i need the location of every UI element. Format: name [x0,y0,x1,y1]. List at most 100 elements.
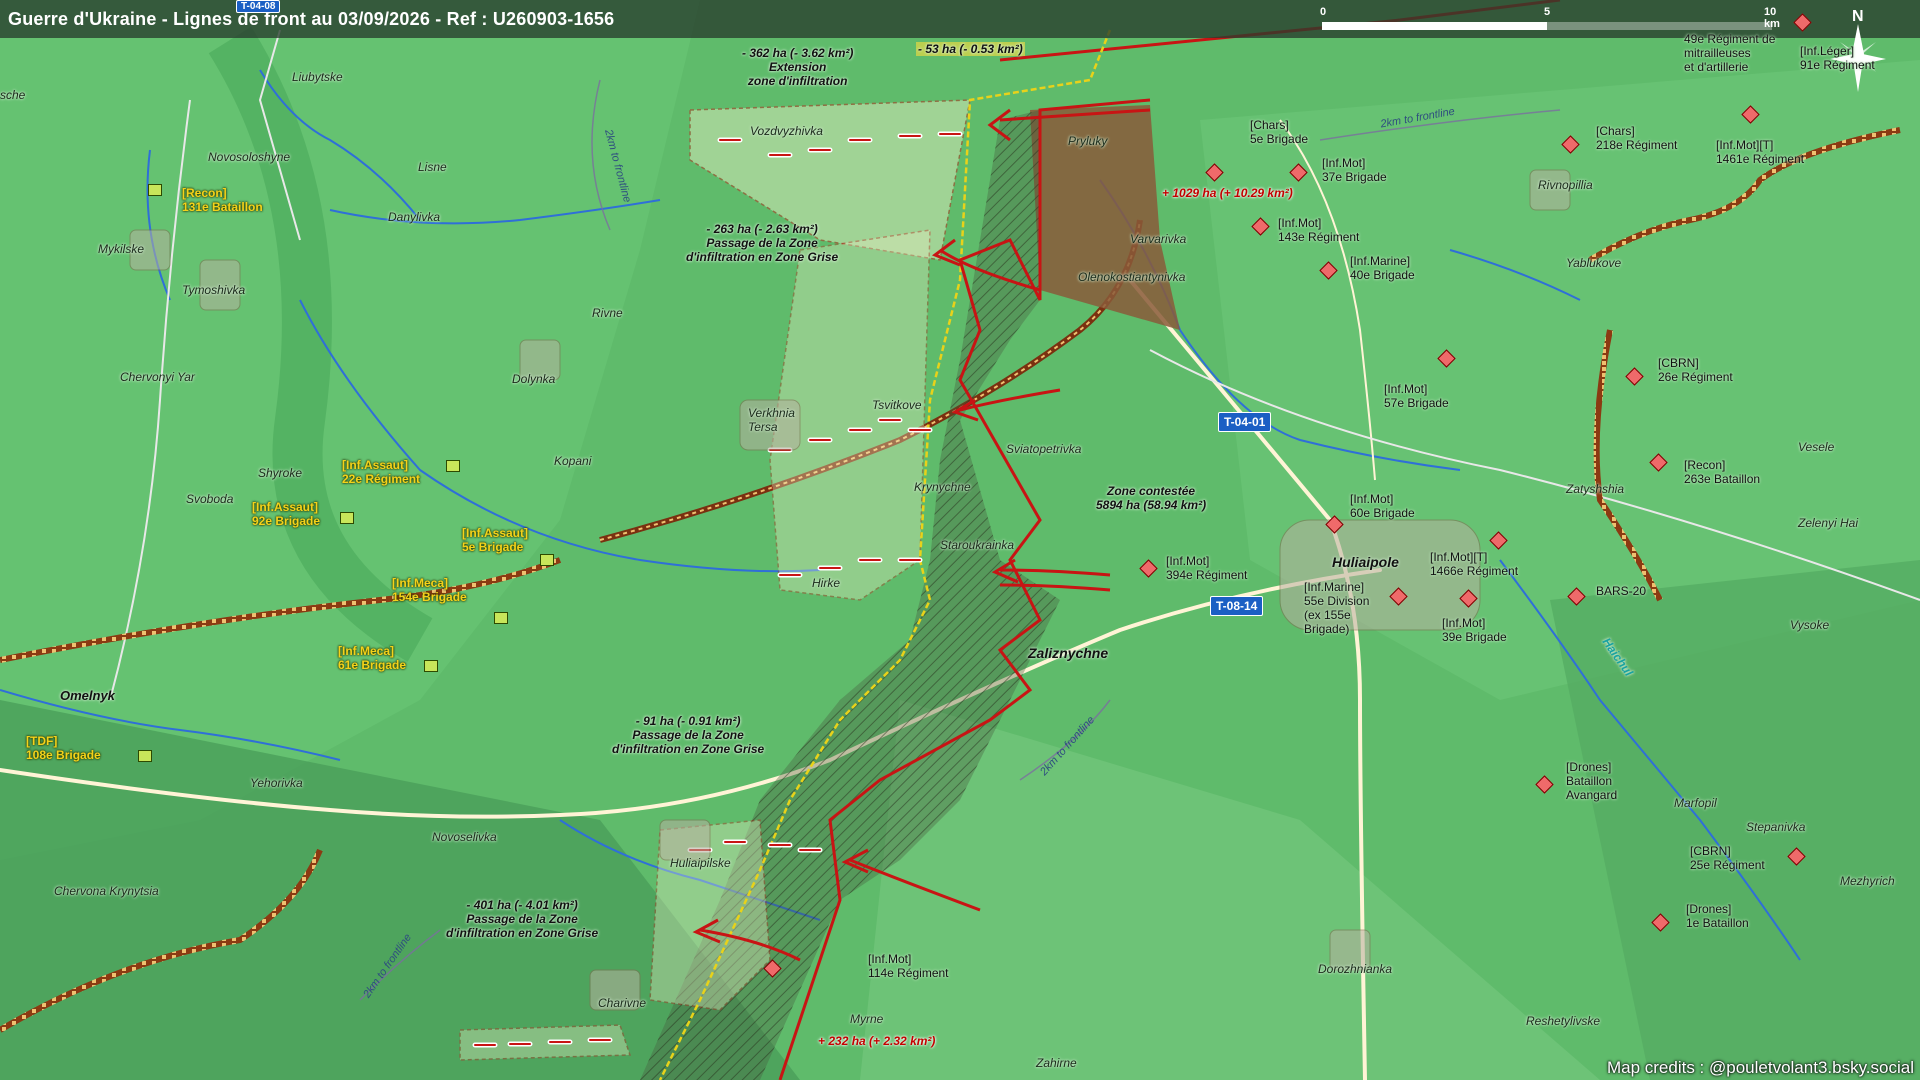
ru-unit-cbrn-26: [CBRN] 26e Régiment [1658,356,1733,384]
map-title: Guerre d'Ukraine - Lignes de front au 03… [8,9,615,29]
scale-label-0: 0 [1320,6,1327,18]
place-shyroke: Shyroke [258,466,303,480]
annotation-plus-232: + 232 ha (+ 2.32 km²) [818,1034,936,1048]
ru-unit-leger-91: [Inf.Léger] 91e Régiment [1800,44,1875,72]
place-vesele: Vesele [1798,440,1835,454]
ua-unit-tdf-108: [TDF] 108e Brigade [26,734,101,762]
place-staroukrainka: Staroukrainka [940,538,1015,552]
place-verkhnia-tersa: Verkhnia Tersa [748,406,795,434]
ua-unit-icon [340,512,354,524]
place-danylivka: Danylivka [388,210,441,224]
place-marfopil: Marfopil [1674,796,1717,810]
ua-unit-icon [446,460,460,472]
place-zahirne: Zahirne [1036,1056,1077,1070]
ua-unit-icon [494,612,508,624]
ua-unit-meca-154: [Inf.Meca] 154e Brigade [392,576,467,604]
scale-segment-2 [1547,22,1772,30]
place-dolynka: Dolynka [512,372,556,386]
ru-unit-marine-55: [Inf.Marine] 55e Division (ex 155e Briga… [1304,580,1370,636]
place-charivne: Charivne [598,996,647,1010]
ru-unit-chars-5: [Chars] 5e Brigade [1250,118,1309,146]
place-zaliznychne: Zaliznychne [1028,645,1109,661]
place-rivnopillia: Rivnopillia [1538,178,1593,192]
annotation-minus-53: - 53 ha (- 0.53 km²) [916,42,1025,56]
ua-unit-icon [138,750,152,762]
place-sche: sche [0,88,26,102]
ru-unit-cbrn-25: [CBRN] 25e Régiment [1690,844,1765,872]
ua-unit-icon [424,660,438,672]
place-lisne: Lisne [418,160,447,174]
ru-unit-mot-1461: [Inf.Mot][T] 1461e Régiment [1716,138,1805,166]
place-vysoke: Vysoke [1790,618,1830,632]
place-reshetylivske: Reshetylivske [1526,1014,1601,1028]
ru-unit-marine-40: [Inf.Marine] 40e Brigade [1350,254,1415,282]
ua-unit-assault-5: [Inf.Assaut] 5e Brigade [462,526,528,554]
ua-unit-assault-22: [Inf.Assaut] 22e Régiment [342,458,421,486]
annotation-minus-263: - 263 ha (- 2.63 km²) Passage de la Zone… [686,222,839,264]
ua-unit-icon [148,184,162,196]
ua-unit-icon [540,554,554,566]
scale-segment-1 [1322,22,1547,30]
ru-unit-drones-avangard: [Drones] Bataillon Avangard [1566,760,1618,802]
ru-unit-drones-1: [Drones] 1e Bataillon [1686,902,1749,930]
ua-unit-meca-61: [Inf.Meca] 61e Brigade [338,644,407,672]
place-mykilske: Mykilske [98,242,145,256]
place-mezhyrich: Mezhyrich [1840,874,1895,888]
place-hirke: Hirke [812,576,841,590]
ru-unit-mitrailleuses-49: 49e Régiment de mitrailleuses et d'artil… [1684,32,1776,74]
road-badge-t0401: T-04-01 [1218,412,1272,432]
ru-unit-mot-1466: [Inf.Mot][T] 1466e Régiment [1430,550,1519,578]
place-chervonyi-yar: Chervonyi Yar [120,370,195,384]
ru-unit-recon-263: [Recon] 263e Bataillon [1684,458,1761,486]
place-pryluky: Pryluky [1068,134,1108,148]
place-sviatopetrivka: Sviatopetrivka [1006,442,1082,456]
place-svoboda: Svoboda [186,492,234,506]
ru-unit-chars-218: [Chars] 218e Régiment [1596,124,1678,152]
place-myrne: Myrne [850,1012,884,1026]
place-rivne: Rivne [592,306,623,320]
ru-unit-mot-394: [Inf.Mot] 394e Régiment [1166,554,1248,582]
ru-unit-mot-37: [Inf.Mot] 37e Brigade [1322,156,1387,184]
place-varvarivka: Varvarivka [1130,232,1187,246]
ru-unit-mot-39: [Inf.Mot] 39e Brigade [1442,616,1507,644]
ru-unit-mot-114: [Inf.Mot] 114e Régiment [868,952,949,980]
annotation-minus-91: - 91 ha (- 0.91 km²) Passage de la Zone … [612,714,765,756]
ua-unit-recon-131: [Recon] 131e Bataillon [182,186,263,214]
road-badge-t0408: T-04-08 [236,0,281,13]
ru-unit-mot-57: [Inf.Mot] 57e Brigade [1384,382,1449,410]
place-huliaipilske: Huliaipilske [670,856,731,870]
ru-unit-mot-60: [Inf.Mot] 60e Brigade [1350,492,1415,520]
annotation-infiltration-extension: - 362 ha (- 3.62 km²) Extension zone d'i… [742,46,854,88]
place-liubytske: Liubytske [292,70,343,84]
road-badge-t0814: T-08-14 [1210,596,1264,616]
title-bar: Guerre d'Ukraine - Lignes de front au 03… [0,0,1920,38]
place-dorozhnianka: Dorozhnianka [1318,962,1393,976]
place-omelnyk: Omelnyk [60,688,115,703]
annotation-minus-401: - 401 ha (- 4.01 km²) Passage de la Zone… [446,898,599,940]
annotation-contested-zone: Zone contestée 5894 ha (58.94 km²) [1096,484,1207,512]
place-yehorivka: Yehorivka [250,776,303,790]
frontline-map[interactable]: Guerre d'Ukraine - Lignes de front au 03… [0,0,1920,1080]
place-stepanivka: Stepanivka [1746,820,1806,834]
scale-bar: 0 5 10 km [1318,6,1780,34]
ru-unit-mot-143: [Inf.Mot] 143e Régiment [1278,216,1360,244]
place-novoselivka: Novoselivka [432,830,497,844]
place-tsvitkove: Tsvitkove [872,398,922,412]
place-krynychne: Krynychne [914,480,971,494]
map-credits: Map credits : @pouletvolant3.bsky.social [1606,1058,1914,1077]
annotation-plus-1029: + 1029 ha (+ 10.29 km²) [1162,186,1293,200]
ru-unit-bars-20: BARS-20 [1596,584,1647,598]
north-label: N [1852,8,1864,25]
place-kopani: Kopani [554,454,592,468]
place-olenokostiantynivka: Olenokostiantynivka [1078,270,1186,284]
place-vozdvyzhivka: Vozdvyzhivka [750,124,823,138]
place-zelenyi-hai: Zelenyi Hai [1798,516,1859,530]
scale-label-5: 5 [1544,6,1551,18]
place-huliaipole: Huliaipole [1332,554,1399,570]
place-chervona-krynytsia: Chervona Krynytsia [54,884,159,898]
place-zatyshshia: Zatyshshia [1566,482,1625,496]
place-yablukove: Yablukove [1566,256,1622,270]
place-tymoshivka: Tymoshivka [182,283,246,297]
ua-unit-assault-92: [Inf.Assaut] 92e Brigade [252,500,321,528]
place-novosoloshyne: Novosoloshyne [208,150,291,164]
